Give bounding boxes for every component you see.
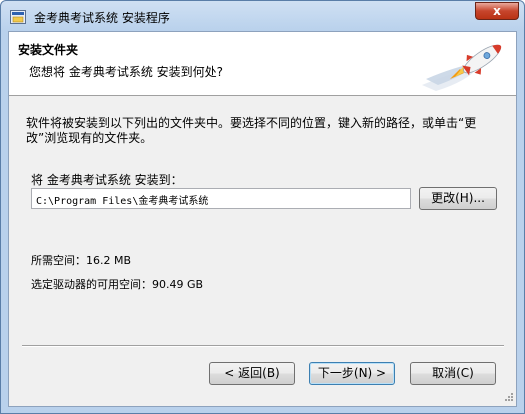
- footer-divider: [22, 345, 504, 347]
- required-space-text: 所需空间：16.2 MB: [31, 254, 132, 267]
- install-path-field[interactable]: C:\Program Files\金考典考试系统: [31, 188, 411, 209]
- next-button[interactable]: 下一步(N) >: [309, 362, 395, 385]
- window-title: 金考典考试系统 安装程序: [34, 11, 170, 25]
- cancel-button[interactable]: 取消(C): [410, 362, 496, 385]
- close-icon: x: [493, 4, 501, 18]
- rocket-icon: [422, 44, 502, 91]
- wizard-header: 安装文件夹 您想将 金考典考试系统 安装到何处?: [9, 32, 516, 96]
- installer-app-icon: [10, 10, 26, 24]
- available-space-text: 选定驱动器的可用空间：90.49 GB: [31, 278, 204, 291]
- close-button[interactable]: x: [475, 2, 519, 20]
- page-title: 安装文件夹: [18, 43, 79, 57]
- description-text: 软件将被安装到以下列出的文件夹中。要选择不同的位置，键入新的路径，或单击“更改”…: [26, 116, 477, 145]
- installer-window: 金考典考试系统 安装程序 x 安装文件夹 您想将 金考典考试系统 安装到何处?: [0, 0, 525, 414]
- dialog-body: 安装文件夹 您想将 金考典考试系统 安装到何处? 软件将被安装到以下列出的文件夹…: [8, 31, 517, 407]
- resize-grip-icon[interactable]: [502, 392, 514, 404]
- page-subtitle: 您想将 金考典考试系统 安装到何处?: [29, 65, 223, 79]
- install-to-label: 将 金考典考试系统 安装到：: [31, 173, 183, 187]
- title-bar[interactable]: 金考典考试系统 安装程序 x: [1, 1, 524, 31]
- back-button[interactable]: < 返回(B): [209, 362, 295, 385]
- browse-button[interactable]: 更改(H)...: [419, 187, 497, 210]
